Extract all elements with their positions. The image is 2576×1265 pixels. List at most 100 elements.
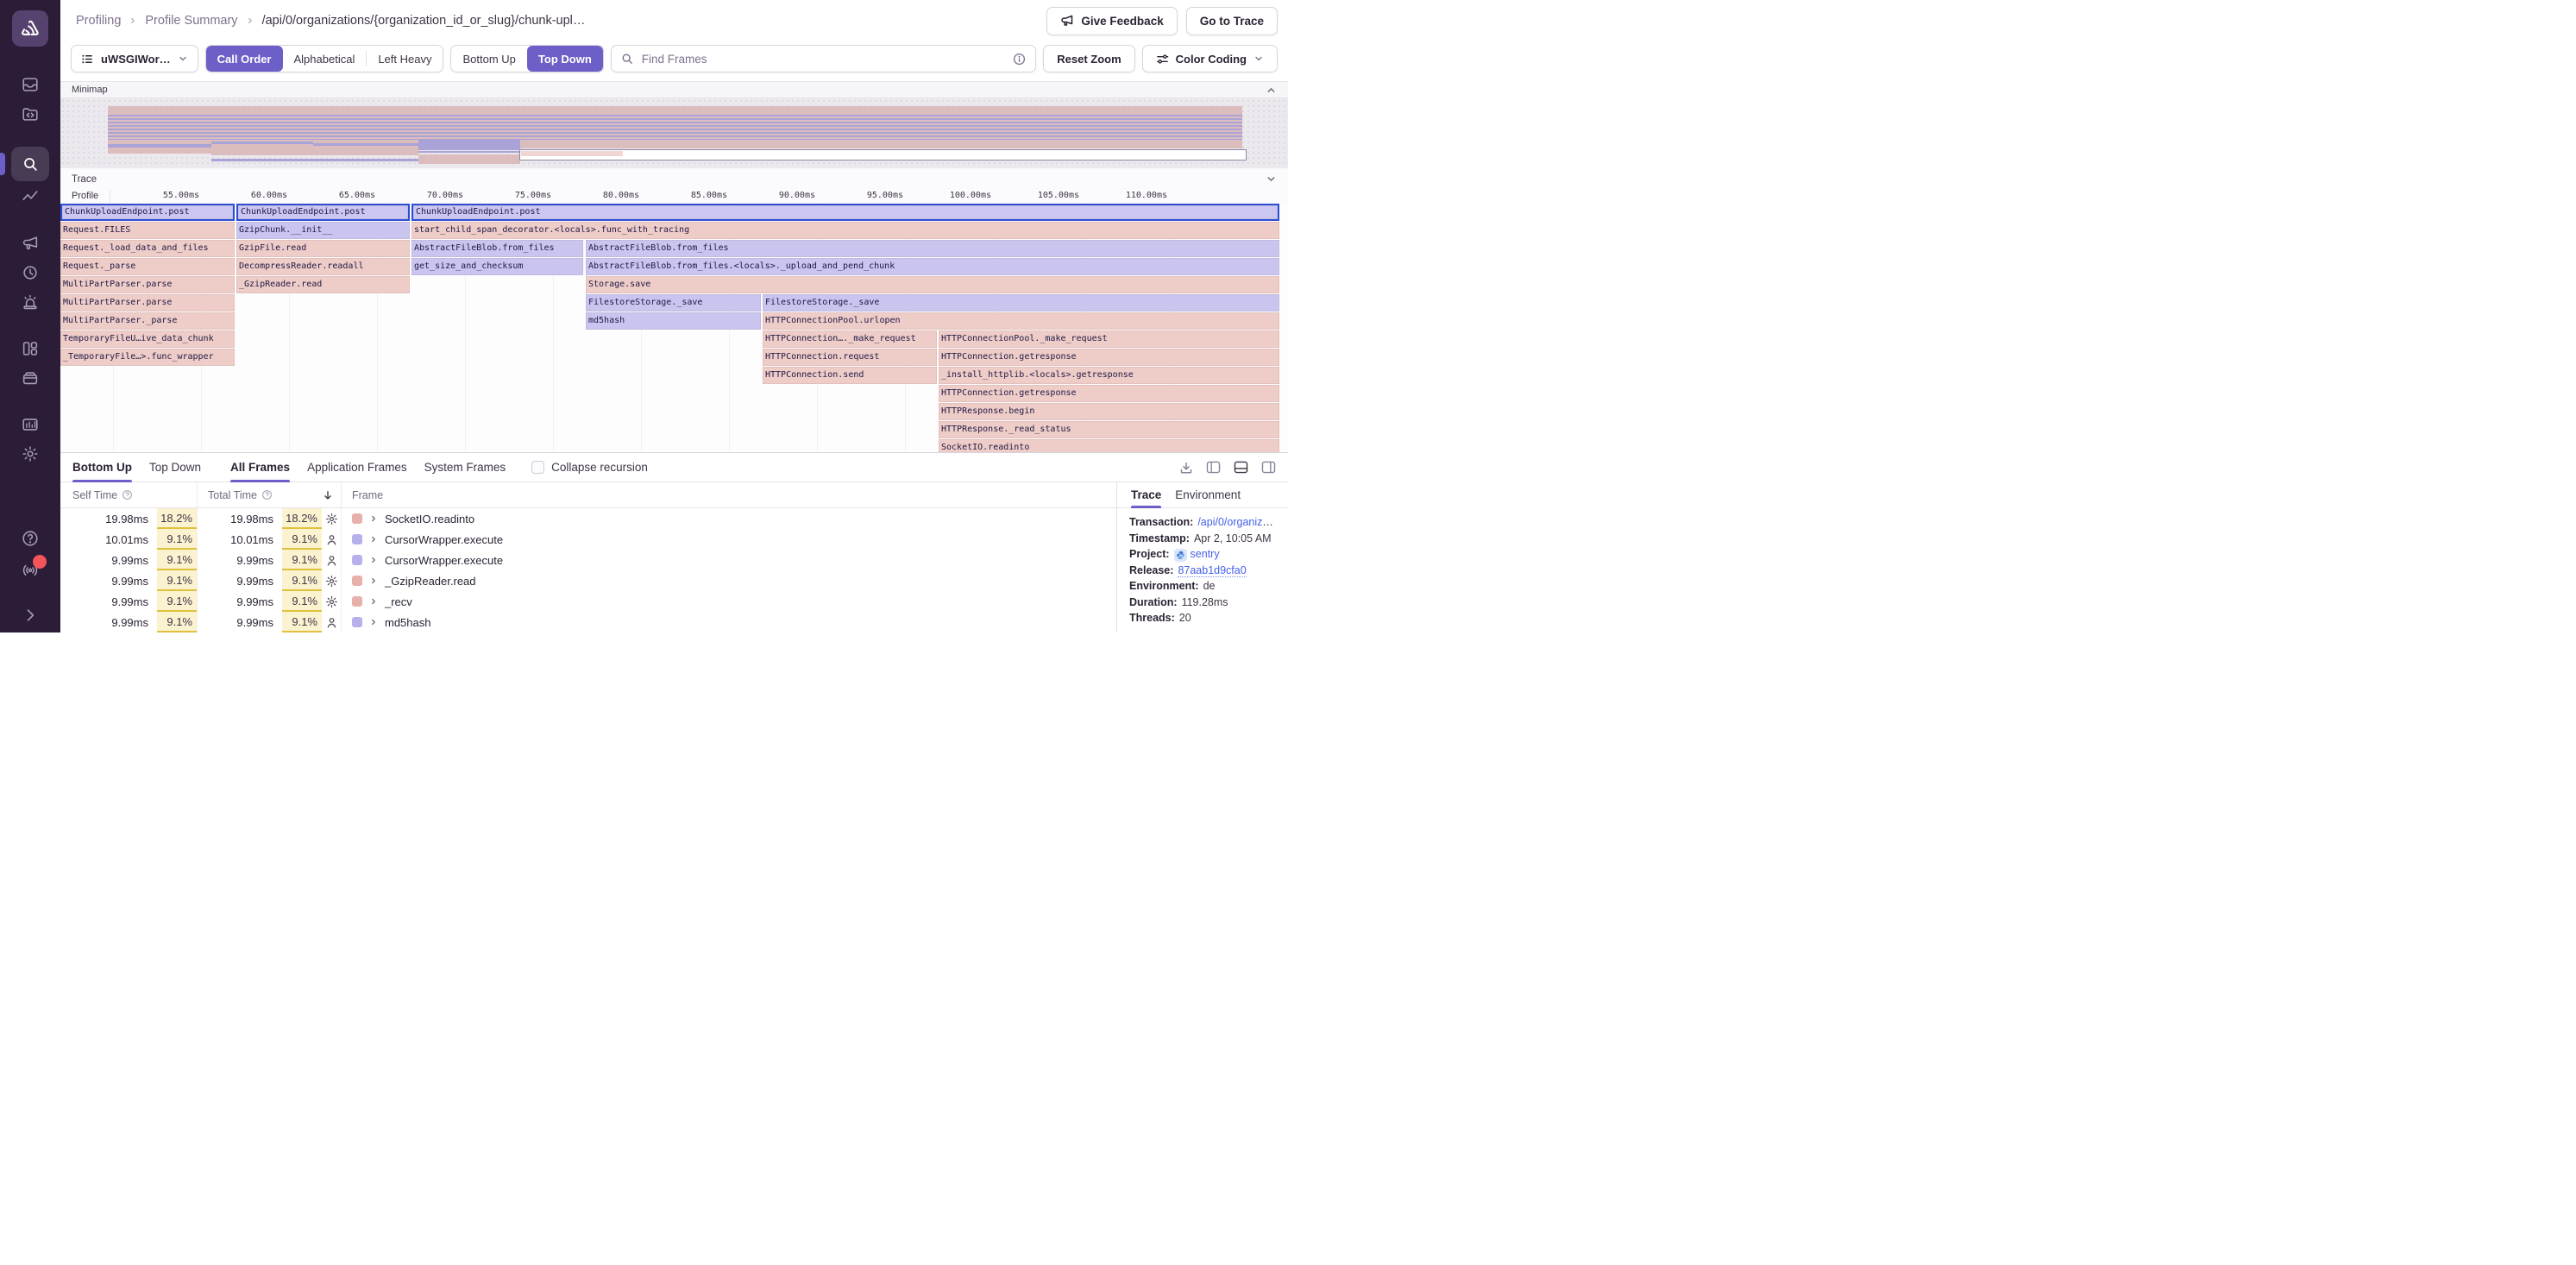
collapse-trace-icon[interactable] [1266, 173, 1277, 185]
flame-frame[interactable]: AbstractFileBlob.from_files [412, 240, 583, 257]
sidebar-item-explore[interactable] [11, 147, 49, 181]
expand-row-icon[interactable] [369, 618, 378, 626]
table-row[interactable]: 9.99ms9.1%9.99ms9.1%CursorWrapper.execut… [60, 550, 1116, 570]
flame-frame[interactable]: HTTPConnection.request [763, 349, 937, 366]
sort-option-alphabetical[interactable]: Alphabetical [283, 46, 367, 72]
sidebar-item-crons[interactable] [11, 364, 49, 392]
expand-sidebar-button[interactable] [22, 607, 39, 624]
flame-frame[interactable]: HTTPResponse._read_status [939, 421, 1279, 438]
reset-zoom-button[interactable]: Reset Zoom [1043, 45, 1134, 72]
flame-graph[interactable]: ChunkUploadEndpoint.postChunkUploadEndpo… [60, 203, 1288, 452]
flame-frame-selected[interactable]: ChunkUploadEndpoint.post [60, 204, 235, 221]
sort-option-left-heavy[interactable]: Left Heavy [367, 46, 443, 72]
flame-frame[interactable]: HTTPConnection.getresponse [939, 349, 1279, 366]
frame-cell[interactable]: _GzipReader.read [342, 570, 1116, 591]
sidebar-item-settings[interactable] [11, 440, 49, 468]
flame-frame[interactable]: DecompressReader.readall [236, 258, 410, 275]
flame-frame[interactable]: HTTPConnection…._make_request [763, 330, 937, 348]
flame-frame[interactable]: GzipFile.read [236, 240, 410, 257]
flame-frame[interactable]: MultiPartParser._parse [60, 312, 235, 330]
flame-frame[interactable]: HTTPConnectionPool._make_request [939, 330, 1279, 348]
detail-value-link[interactable]: 87aab1d9cfa0 [1178, 564, 1246, 577]
sidebar-item-insights[interactable] [11, 335, 49, 362]
details-tab-trace[interactable]: Trace [1131, 482, 1161, 508]
search-input[interactable] [640, 52, 1007, 66]
expand-row-icon[interactable] [369, 556, 378, 564]
collapse-recursion-checkbox[interactable] [531, 461, 544, 474]
sidebar-item-issues[interactable] [11, 71, 49, 98]
flame-frame[interactable]: _TemporaryFile…>.func_wrapper [60, 349, 235, 366]
tab-top-down[interactable]: Top Down [149, 453, 201, 482]
flame-frame[interactable]: HTTPConnectionPool.urlopen [763, 312, 1279, 330]
minimap-viewport[interactable] [519, 149, 1247, 160]
question-icon[interactable] [261, 489, 273, 500]
tab-all-frames[interactable]: All Frames [230, 453, 290, 482]
layout-left-button[interactable] [1206, 461, 1221, 474]
flame-frame[interactable]: AbstractFileBlob.from_files [586, 240, 1279, 257]
flame-frame[interactable]: FilestoreStorage._save [586, 294, 761, 312]
give-feedback-button[interactable]: Give Feedback [1046, 7, 1177, 35]
frame-cell[interactable]: CursorWrapper.execute [342, 550, 1116, 570]
minimap-canvas[interactable] [60, 98, 1288, 167]
flame-frame[interactable]: MultiPartParser.parse [60, 276, 235, 293]
flame-frame[interactable]: Storage.save [586, 276, 1279, 293]
sidebar-item-alerts[interactable] [11, 288, 49, 316]
flame-frame[interactable]: get_size_and_checksum [412, 258, 583, 275]
breadcrumb-item[interactable]: Profiling [76, 14, 121, 28]
table-row[interactable]: 10.01ms9.1%10.01ms9.1%CursorWrapper.exec… [60, 529, 1116, 550]
detail-value-link[interactable]: /api/0/organizations/{organ… [1197, 516, 1276, 528]
sidebar-item-replays[interactable] [11, 259, 49, 286]
tab-system-frames[interactable]: System Frames [424, 453, 506, 482]
details-tab-environment[interactable]: Environment [1175, 482, 1241, 508]
flame-frame[interactable]: start_child_span_decorator.<locals>.func… [412, 222, 1279, 239]
detail-value-link[interactable]: sentry [1191, 548, 1220, 560]
flame-frame[interactable]: Request.FILES [60, 222, 235, 239]
info-icon[interactable] [1013, 53, 1026, 66]
find-frames-search[interactable] [611, 45, 1037, 72]
sidebar-item-projects[interactable] [11, 100, 49, 128]
total-time-column-header[interactable]: Total Time [198, 482, 342, 507]
flame-frame-selected[interactable]: ChunkUploadEndpoint.post [236, 204, 410, 221]
self-time-column-header[interactable]: Self Time [60, 482, 198, 507]
table-row[interactable]: 19.98ms18.2%19.98ms18.2%SocketIO.readint… [60, 508, 1116, 529]
flame-frame[interactable]: SocketIO.readinto [939, 439, 1279, 452]
frame-column-header[interactable]: Frame [342, 482, 1116, 507]
flame-frame[interactable]: Request._parse [60, 258, 235, 275]
frame-cell[interactable]: CursorWrapper.execute [342, 529, 1116, 550]
expand-row-icon[interactable] [369, 576, 378, 585]
flame-frame[interactable]: HTTPConnection.getresponse [939, 385, 1279, 402]
sidebar-item-stats[interactable] [11, 411, 49, 438]
flame-frame[interactable]: TemporaryFileU…ive_data_chunk [60, 330, 235, 348]
expand-row-icon[interactable] [369, 597, 378, 606]
flame-frame-selected[interactable]: ChunkUploadEndpoint.post [412, 204, 1279, 221]
sidebar-item-dashboards[interactable] [11, 183, 49, 211]
sort-descending-icon[interactable] [322, 489, 334, 501]
breadcrumb-item[interactable]: Profile Summary [145, 14, 237, 28]
breadcrumb-item[interactable]: /api/0/organizations/{organization_id_or… [262, 14, 586, 28]
expand-row-icon[interactable] [369, 535, 378, 544]
flame-frame[interactable]: HTTPResponse.begin [939, 403, 1279, 420]
frame-cell[interactable]: SocketIO.readinto [342, 508, 1116, 529]
color-coding-button[interactable]: Color Coding [1142, 45, 1278, 72]
thread-selector-dropdown[interactable]: uWSGIWor… [71, 45, 198, 72]
whats-new-button[interactable] [21, 560, 40, 579]
table-row[interactable]: 9.99ms9.1%9.99ms9.1%_GzipReader.read [60, 570, 1116, 591]
flame-frame[interactable]: FilestoreStorage._save [763, 294, 1279, 312]
flame-frame[interactable]: Request._load_data_and_files [60, 240, 235, 257]
flame-frame[interactable]: GzipChunk.__init__ [236, 222, 410, 239]
flame-frame[interactable]: _GzipReader.read [236, 276, 410, 293]
flame-frame[interactable]: md5hash [586, 312, 761, 330]
sentry-logo[interactable] [12, 10, 48, 47]
sidebar-item-feedback[interactable] [11, 230, 49, 257]
tab-bottom-up[interactable]: Bottom Up [72, 453, 132, 482]
download-button[interactable] [1179, 461, 1193, 475]
table-row[interactable]: 9.99ms9.1%9.99ms9.1%md5hash [60, 612, 1116, 632]
flame-frame[interactable]: _install_httplib.<locals>.getresponse [939, 367, 1279, 384]
table-row[interactable]: 9.99ms9.1%9.99ms9.1%_recv [60, 591, 1116, 612]
direction-option-top-down[interactable]: Top Down [527, 46, 603, 72]
tab-application-frames[interactable]: Application Frames [307, 453, 407, 482]
layout-bottom-button[interactable] [1234, 461, 1248, 474]
flame-frame[interactable]: MultiPartParser.parse [60, 294, 235, 312]
go-to-trace-button[interactable]: Go to Trace [1186, 7, 1278, 35]
expand-row-icon[interactable] [369, 514, 378, 523]
